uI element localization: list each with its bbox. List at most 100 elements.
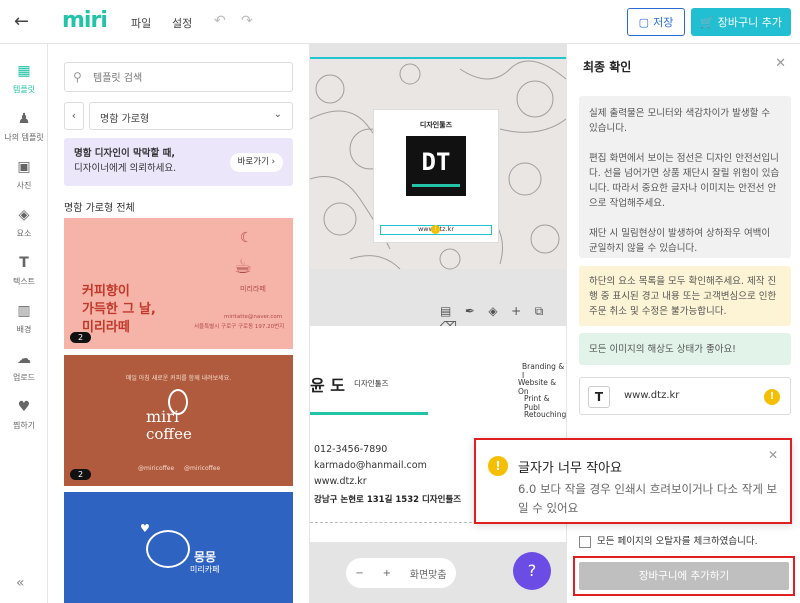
nav-label: 업로드 xyxy=(12,373,36,382)
nav-upload[interactable]: ☁ 업로드 xyxy=(0,344,48,392)
card-phone: 012-3456-7890 xyxy=(314,444,388,455)
zoom-out-icon[interactable]: − xyxy=(355,568,363,579)
element-toolbar: ▤ ✒ ◈ + ⧉ ⌫ xyxy=(440,304,566,333)
warning-toast: ! 글자가 너무 작아요 6.0 보다 작을 경우 인쇄시 흐려보이거나 다소 … xyxy=(474,438,792,524)
collapse-icon[interactable]: « xyxy=(16,575,25,591)
logo[interactable]: miri xyxy=(62,8,108,33)
photo-icon: ▣ xyxy=(17,159,31,175)
warning-notice: 하단의 요소 목록을 모두 확인해주세요. 제작 진행 중 표시된 경고 내용 … xyxy=(579,266,791,326)
fit-screen-button[interactable]: 화면맞춤 xyxy=(410,566,447,581)
element-check-item[interactable]: T www.dtz.kr ! xyxy=(579,377,791,415)
card-tagline: 매일 아침 새로운 커피를 함께 내려보세요. xyxy=(125,375,232,382)
logo-mark: DT xyxy=(421,148,451,176)
category-select-value: 명함 가로형 xyxy=(100,114,150,125)
nav-background[interactable]: ▥ 배경 xyxy=(0,296,48,344)
card-company: 디자인툴즈 xyxy=(354,379,389,388)
text-icon: T xyxy=(19,255,29,271)
nav-text[interactable]: T 텍스트 xyxy=(0,248,48,296)
card-dog-icon xyxy=(146,530,190,568)
eyedropper-icon[interactable]: ✒ xyxy=(465,304,475,318)
page-count-badge: 2 xyxy=(70,469,92,480)
nav-photo[interactable]: ▣ 사진 xyxy=(0,152,48,200)
fill-icon[interactable]: ◈ xyxy=(488,304,497,318)
add-cart-button[interactable]: 🛒 장바구니 추가 xyxy=(691,8,791,36)
card-brand: miri xyxy=(146,407,180,426)
typo-confirm-checkbox[interactable]: 모든 페이지의 오탈자를 체크하였습니다. xyxy=(579,533,791,548)
card-brand: 미리라떼 xyxy=(240,285,266,293)
card-cup-icon: ☕ xyxy=(234,254,252,278)
text-icon: T xyxy=(588,386,610,408)
warning-icon: ! xyxy=(488,456,508,476)
checkbox[interactable] xyxy=(579,535,591,548)
nav-template[interactable]: ▦ 템플릿 xyxy=(0,56,48,104)
nav-elements[interactable]: ◈ 요소 xyxy=(0,200,48,248)
template-search[interactable]: ⚲ xyxy=(64,62,293,92)
card-address: 서울특별시 구로구 구로동 197.20번지 xyxy=(194,324,285,330)
designer-promo-banner[interactable]: 명함 디자인이 막막할 때, 디자이너에게 의뢰하세요. 바로가기 › xyxy=(64,138,293,186)
close-icon[interactable]: ✕ xyxy=(775,56,786,71)
chevron-down-icon: ⌄ xyxy=(273,109,282,120)
help-icon[interactable]: ? xyxy=(513,552,551,590)
save-button[interactable]: ▢ 저장 xyxy=(627,8,685,36)
promo-go-button[interactable]: 바로가기 › xyxy=(229,153,283,172)
elements-icon: ◈ xyxy=(18,207,30,223)
card-headline: 커피향이 xyxy=(82,284,130,299)
template-card[interactable]: ♥ 몽몽 미리카페 xyxy=(64,492,293,603)
add-cart-highlight: 장바구니에 추가하기 xyxy=(573,556,795,596)
nav-label: 템플릿 xyxy=(12,85,36,94)
warning-icon: ! xyxy=(764,389,780,405)
card-social: @miricoffee xyxy=(184,465,221,472)
cart-icon: 🛒 xyxy=(700,15,714,29)
undo-icon[interactable]: ↶ xyxy=(214,13,226,29)
card-website: www.dtz.kr xyxy=(314,476,367,487)
menu-file[interactable]: 파일 xyxy=(131,15,151,31)
print-notice: 실제 출력물은 모니터와 색감차이가 발생할 수 있습니다. 편집 화면에서 보… xyxy=(579,96,791,258)
my-template-icon: ♟ xyxy=(17,111,31,127)
panel-title: 최종 확인 xyxy=(583,60,632,74)
add-to-cart-button[interactable]: 장바구니에 추가하기 xyxy=(579,562,789,590)
copy-icon[interactable]: ⧉ xyxy=(535,304,544,319)
card-headline: 미리라떼 xyxy=(82,320,130,335)
memo-icon[interactable]: ▤ xyxy=(440,304,451,318)
logo-underline xyxy=(412,184,460,187)
add-cart-label: 장바구니 추가 xyxy=(717,16,782,29)
dt-logo: DT xyxy=(406,136,466,196)
section-title: 명함 가로형 전체 xyxy=(64,203,135,214)
card-service: Retouching xyxy=(524,410,566,419)
back-arrow-icon[interactable]: ← xyxy=(14,12,34,32)
nav-label: 요소 xyxy=(16,229,32,238)
prev-category-button[interactable]: ‹ xyxy=(64,102,84,130)
upload-icon: ☁ xyxy=(17,351,31,367)
logo-panel[interactable]: 디자인툴즈 DT xyxy=(373,109,499,243)
category-select[interactable]: 명함 가로형 ⌄ xyxy=(89,102,293,130)
nav-my-template[interactable]: ♟ 나의 템플릿 xyxy=(0,104,48,152)
selected-text-box[interactable]: www.dtz.kr ! xyxy=(380,225,492,235)
redo-icon[interactable]: ↷ xyxy=(241,13,253,29)
nav-favorites[interactable]: ♥ 찜하기 xyxy=(0,392,48,440)
search-icon: ⚲ xyxy=(73,70,82,84)
zoom-in-icon[interactable]: + xyxy=(383,568,391,579)
card-email: miritatte@naver.com xyxy=(224,314,283,320)
close-icon[interactable]: ✕ xyxy=(768,448,778,462)
nav-label: 찜하기 xyxy=(12,421,36,430)
add-icon[interactable]: + xyxy=(511,304,521,318)
card-address: 강남구 논현로 131길 1532 디자인툴즈 xyxy=(314,495,462,505)
card-brand: 몽몽 xyxy=(194,550,217,564)
template-card[interactable]: 매일 아침 새로운 커피를 함께 내려보세요. miri coffee @mir… xyxy=(64,355,293,486)
card-divider xyxy=(310,412,428,415)
background-icon: ▥ xyxy=(17,303,31,319)
top-bar: ← miri 파일 설정 ↶ ↷ ▢ 저장 🛒 장바구니 추가 xyxy=(0,0,800,44)
card-headline: 가득한 그 날, xyxy=(82,302,156,317)
page-count-badge: 2 xyxy=(70,332,92,343)
element-url: www.dtz.kr xyxy=(624,390,680,401)
toast-title: 글자가 너무 작아요 xyxy=(518,461,622,476)
checkbox-label: 모든 페이지의 오탈자를 체크하였습니다. xyxy=(597,536,758,547)
search-input[interactable] xyxy=(93,69,283,87)
menu-settings[interactable]: 설정 xyxy=(172,15,192,31)
template-panel: ⚲ ‹ 명함 가로형 ⌄ 명함 디자인이 막막할 때, 디자이너에게 의뢰하세요… xyxy=(48,44,310,603)
nav-label: 나의 템플릿 xyxy=(4,133,44,142)
card-heart-icon: ♥ xyxy=(140,522,150,535)
card-name: 윤 도 xyxy=(310,376,346,395)
template-card[interactable]: ☾ ☕ 미리라떼 커피향이 가득한 그 날, 미리라떼 miritatte@na… xyxy=(64,218,293,349)
card-front-preview[interactable]: 디자인툴즈 DT www.dtz.kr ! xyxy=(310,57,566,270)
